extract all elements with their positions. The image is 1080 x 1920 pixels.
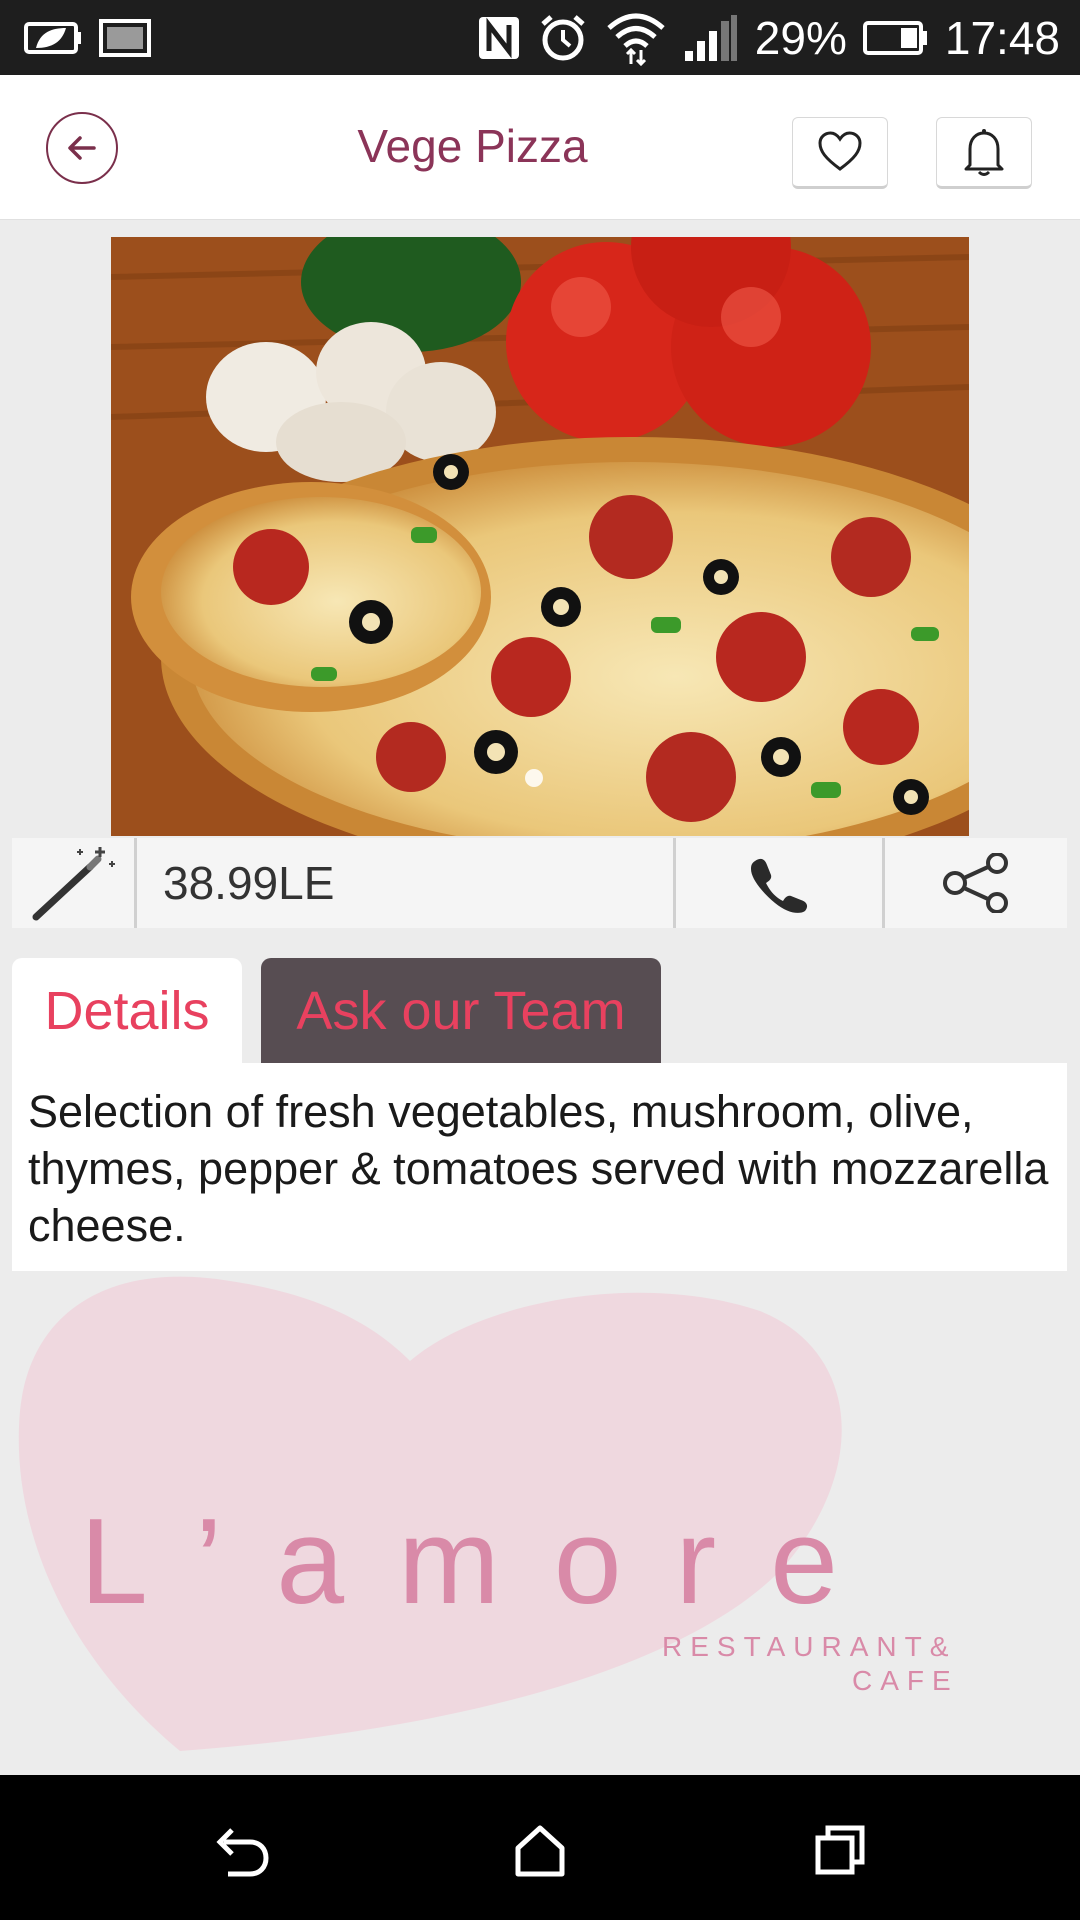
battery-saver-icon — [22, 18, 84, 58]
battery-percent: 29% — [754, 11, 847, 64]
tab-ask-label: Ask our Team — [296, 980, 626, 1041]
page-title: Vege Pizza — [357, 120, 588, 172]
wifi-icon — [605, 10, 667, 66]
magic-wand-icon — [32, 847, 115, 921]
battery-icon — [862, 20, 929, 56]
signal-icon — [683, 13, 739, 63]
price-value: 38.99LE — [163, 857, 335, 909]
clock-time: 17:48 — [944, 11, 1060, 64]
nav-home-icon — [515, 1825, 565, 1877]
nfc-icon — [477, 15, 521, 61]
notification-button[interactable] — [936, 117, 1032, 189]
product-image[interactable] — [111, 237, 969, 836]
logo-text: L’amore — [80, 1493, 893, 1629]
nav-home-button[interactable] — [505, 1815, 575, 1885]
bell-icon — [964, 129, 1004, 176]
tab-details-label: Details — [44, 980, 210, 1041]
nav-recents-icon — [815, 1825, 865, 1875]
share-button[interactable] — [885, 838, 1067, 928]
tab-details[interactable]: Details — [12, 958, 242, 1063]
action-bar: 38.99LE — [12, 838, 1067, 928]
nav-back-icon — [216, 1828, 269, 1877]
tab-ask-our-team[interactable]: Ask our Team — [261, 958, 661, 1063]
back-arrow-icon — [68, 136, 96, 160]
alarm-icon — [537, 12, 589, 64]
nav-back-button[interactable] — [205, 1815, 275, 1885]
logo-subtitle-restaurant: RESTAURANT& — [662, 1631, 957, 1662]
phone-icon — [751, 858, 808, 913]
share-icon — [943, 853, 1008, 913]
app-bar: Vege Pizza — [0, 75, 1080, 220]
status-bar: 29% 17:48 — [0, 0, 1080, 75]
carousel-dot[interactable] — [525, 769, 543, 787]
nav-recents-button[interactable] — [805, 1815, 875, 1885]
brand-logo: L’amore RESTAURANT& CAFE — [0, 1271, 1080, 1775]
image-icon — [98, 18, 152, 58]
product-description: Selection of fresh vegetables, mushroom,… — [28, 1086, 1049, 1251]
system-nav-bar — [0, 1775, 1080, 1920]
favorite-button[interactable] — [792, 117, 888, 189]
heart-icon — [818, 131, 862, 171]
call-button[interactable] — [676, 838, 885, 928]
price-field: 38.99LE — [137, 838, 676, 928]
details-panel: Selection of fresh vegetables, mushroom,… — [12, 1063, 1067, 1271]
back-button[interactable] — [46, 112, 118, 184]
magic-button[interactable] — [12, 838, 137, 928]
logo-subtitle-cafe: CAFE — [852, 1665, 959, 1696]
